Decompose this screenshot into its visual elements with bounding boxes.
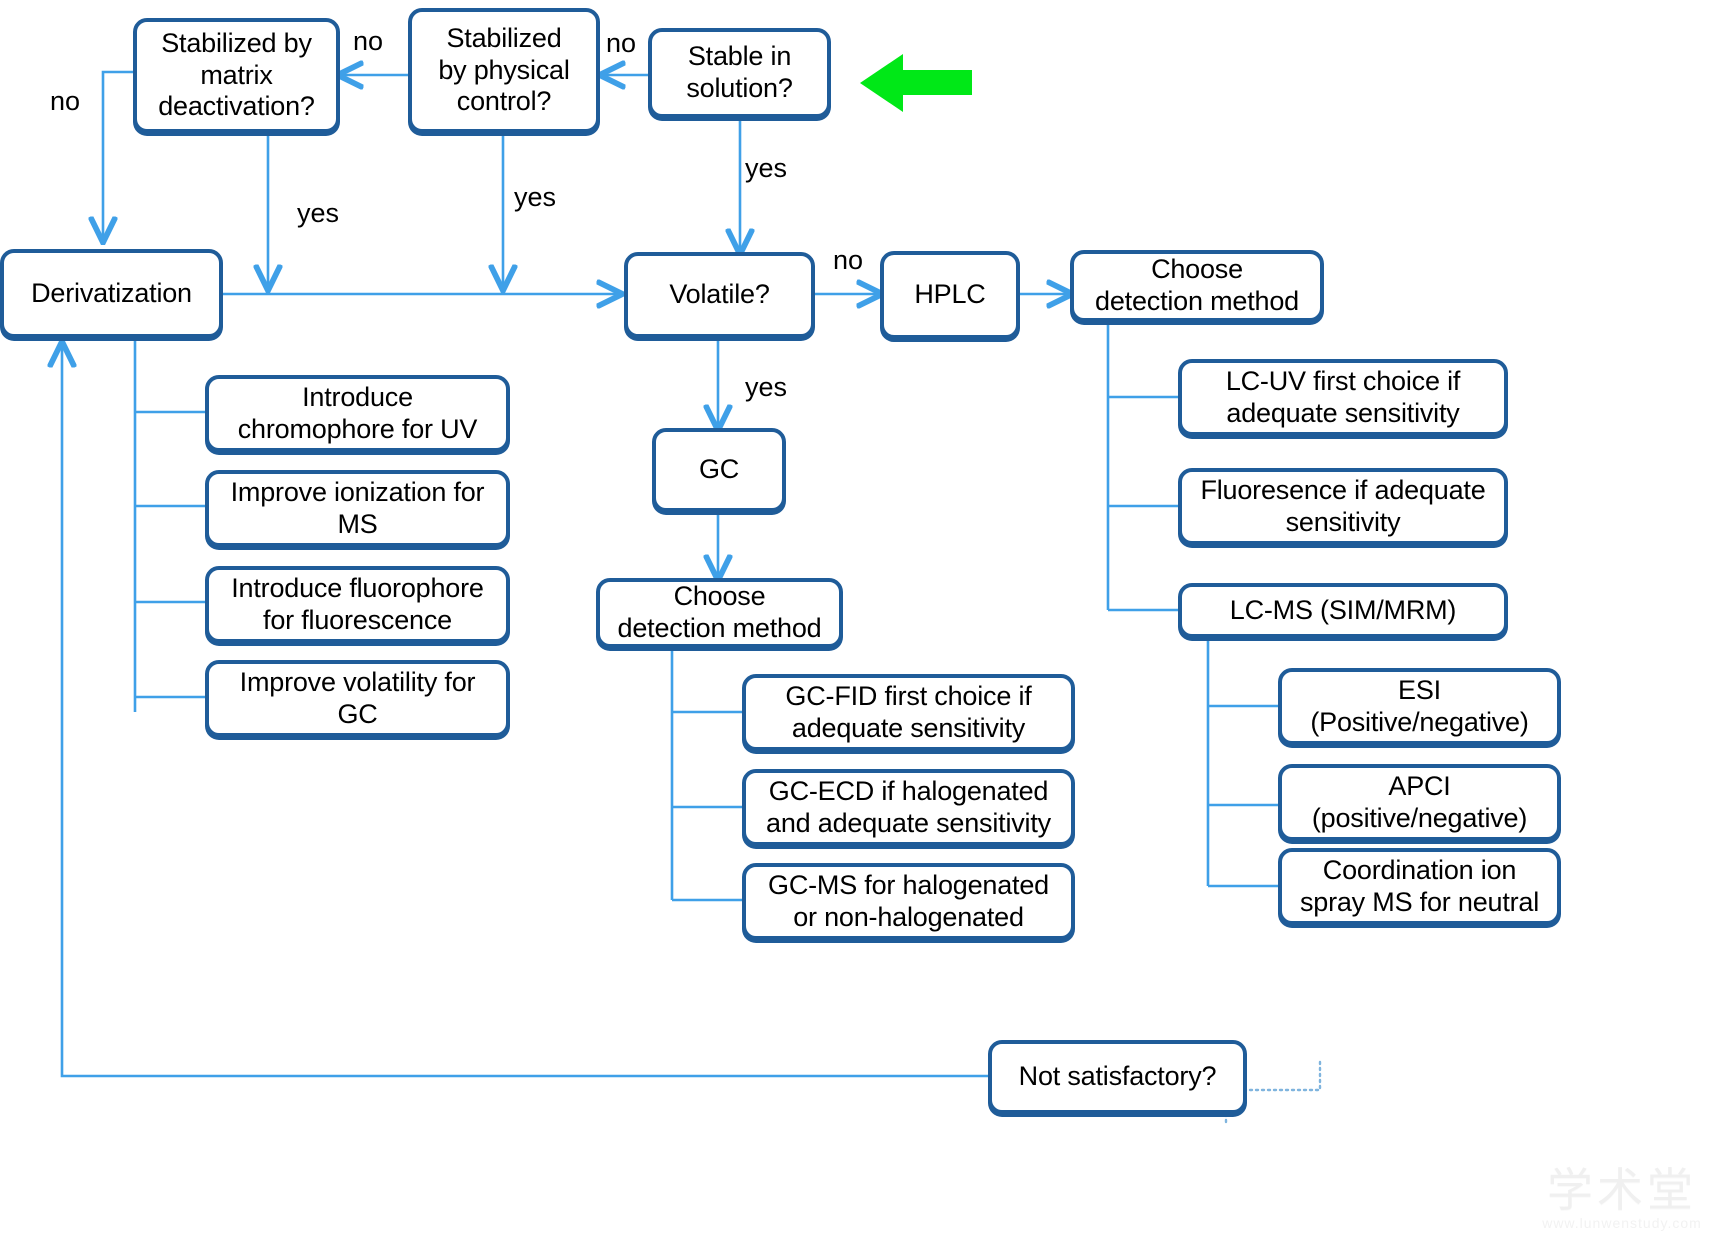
node-line: Choose bbox=[673, 581, 766, 612]
watermark-url: www.lunwenstudy.com bbox=[1542, 1215, 1702, 1231]
node-esi-positive-negative[interactable]: ESI (Positive/negative) bbox=[1278, 668, 1561, 745]
node-line: Choose bbox=[1151, 254, 1243, 285]
node-stabilized-by-matrix-deactivation[interactable]: Stabilized by matrix deactivation? bbox=[133, 18, 340, 133]
node-line: GC-FID first choice if bbox=[785, 680, 1032, 711]
node-line: Volatile? bbox=[669, 279, 770, 310]
node-line: deactivation? bbox=[158, 91, 315, 122]
node-line: Derivatization bbox=[31, 277, 192, 308]
node-line: Introduce fluorophore bbox=[231, 572, 484, 603]
node-line: by physical bbox=[438, 54, 570, 85]
node-introduce-chromophore-uv[interactable]: Introduce chromophore for UV bbox=[205, 375, 510, 452]
flowchart-canvas: Stabilized by matrix deactivation? Stabi… bbox=[0, 0, 1715, 1235]
node-line: Introduce bbox=[302, 381, 413, 412]
node-line: ESI bbox=[1398, 674, 1441, 705]
node-line: GC bbox=[337, 698, 378, 729]
edge-matrix-no-to-derivatization bbox=[103, 70, 133, 240]
node-line: Coordination ion bbox=[1322, 854, 1517, 885]
node-line: Improve volatility for bbox=[239, 666, 476, 697]
node-gc-ecd-if-halogenated[interactable]: GC-ECD if halogenated and adequate sensi… bbox=[742, 769, 1075, 846]
node-line: LC-MS (SIM/MRM) bbox=[1229, 594, 1457, 625]
node-line: GC-MS for halogenated bbox=[768, 869, 1049, 900]
node-line: adequate sensitivity bbox=[1226, 397, 1460, 428]
edge-label-no-physical-to-matrix: no bbox=[353, 26, 384, 56]
edge-label-yes-volatile: yes bbox=[745, 372, 788, 402]
node-line: Improve ionization for bbox=[230, 476, 485, 507]
node-line: GC bbox=[698, 454, 740, 485]
node-lc-ms-sim-mrm[interactable]: LC-MS (SIM/MRM) bbox=[1178, 583, 1508, 638]
node-line: and adequate sensitivity bbox=[766, 807, 1051, 838]
node-line: adequate sensitivity bbox=[791, 712, 1026, 743]
node-line: for fluorescence bbox=[263, 604, 452, 635]
node-line: spray MS for neutral bbox=[1299, 886, 1540, 917]
node-line: MS bbox=[337, 508, 378, 539]
node-line: detection method bbox=[1095, 286, 1299, 316]
green-left-arrow-icon bbox=[860, 54, 972, 112]
node-improve-ionization-ms[interactable]: Improve ionization for MS bbox=[205, 470, 510, 547]
node-line: Stabilized bbox=[446, 22, 562, 53]
node-gc[interactable]: GC bbox=[652, 428, 786, 512]
node-line: LC-UV first choice if bbox=[1225, 365, 1461, 396]
node-improve-volatility-gc[interactable]: Improve volatility for GC bbox=[205, 660, 510, 737]
node-choose-detection-method-lc[interactable]: Choose detection method bbox=[1070, 250, 1324, 322]
node-not-satisfactory[interactable]: Not satisfactory? bbox=[988, 1040, 1247, 1114]
watermark-logo-text: 学术堂 bbox=[1547, 1164, 1697, 1216]
edge-label-yes-matrix: yes bbox=[297, 198, 340, 228]
node-line: chromophore for UV bbox=[237, 413, 478, 444]
node-fluoresence-if-adequate[interactable]: Fluoresence if adequate sensitivity bbox=[1178, 468, 1508, 545]
node-hplc[interactable]: HPLC bbox=[880, 251, 1020, 339]
node-line: detection method bbox=[617, 613, 822, 643]
edge-label-no-stable-to-physical: no bbox=[606, 28, 637, 58]
node-introduce-fluorophore-fluorescence[interactable]: Introduce fluorophore for fluorescence bbox=[205, 566, 510, 643]
node-lc-uv-first-choice[interactable]: LC-UV first choice if adequate sensitivi… bbox=[1178, 359, 1508, 436]
edge-label-yes-physical: yes bbox=[514, 182, 557, 212]
node-line: (Positive/negative) bbox=[1310, 706, 1529, 737]
node-stable-in-solution[interactable]: Stable in solution? bbox=[648, 28, 831, 118]
node-choose-detection-method-gc[interactable]: Choose detection method bbox=[596, 578, 843, 648]
node-line: (positive/negative) bbox=[1311, 802, 1528, 833]
node-stabilized-by-physical-control[interactable]: Stabilized by physical control? bbox=[408, 8, 600, 133]
node-line: Stable in bbox=[687, 41, 792, 72]
node-volatile[interactable]: Volatile? bbox=[624, 252, 815, 338]
node-apci-positive-negative[interactable]: APCI (positive/negative) bbox=[1278, 764, 1561, 841]
node-derivatization[interactable]: Derivatization bbox=[0, 249, 223, 338]
node-line: or non-halogenated bbox=[793, 901, 1024, 932]
node-line: HPLC bbox=[914, 279, 986, 310]
node-line: matrix bbox=[200, 59, 273, 90]
node-line: Stabilized by bbox=[161, 27, 312, 58]
node-line: sensitivity bbox=[1285, 506, 1401, 537]
node-line: control? bbox=[456, 86, 552, 117]
node-coordination-ion-spray-ms[interactable]: Coordination ion spray MS for neutral bbox=[1278, 848, 1561, 925]
node-line: GC-ECD if halogenated bbox=[768, 775, 1049, 806]
watermark: 学术堂 www.lunwenstudy.com bbox=[1537, 1167, 1707, 1231]
node-gc-ms-for-halogenated[interactable]: GC-MS for halogenated or non-halogenated bbox=[742, 863, 1075, 940]
edge-label-no-outer-left: no bbox=[50, 86, 81, 116]
node-line: Not satisfactory? bbox=[1018, 1061, 1217, 1092]
edge-label-yes-stable: yes bbox=[745, 153, 788, 183]
node-line: APCI bbox=[1388, 770, 1451, 801]
node-line: solution? bbox=[686, 73, 793, 103]
node-gc-fid-first-choice[interactable]: GC-FID first choice if adequate sensitiv… bbox=[742, 674, 1075, 751]
node-line: Fluoresence if adequate bbox=[1200, 474, 1486, 505]
edge-label-no-volatile: no bbox=[833, 245, 864, 275]
